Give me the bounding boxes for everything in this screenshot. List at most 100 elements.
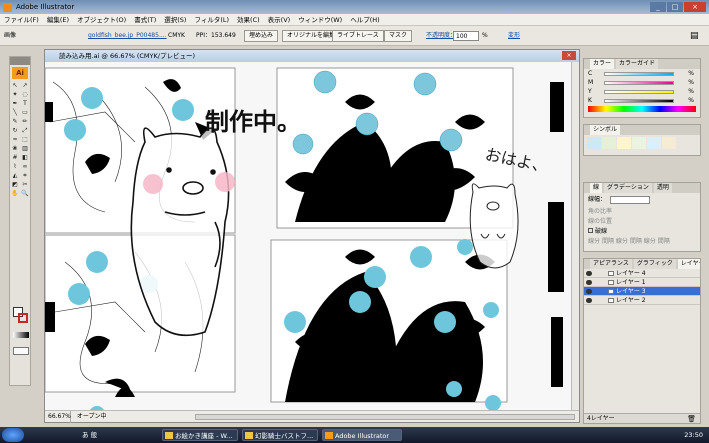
live-paint-tool-icon[interactable]: ◭ bbox=[10, 171, 20, 180]
mesh-tool-icon[interactable]: # bbox=[10, 153, 20, 162]
pen-tool-icon[interactable]: ✒ bbox=[10, 99, 20, 108]
blend-tool-icon[interactable]: ∞ bbox=[20, 162, 30, 171]
tab-color-guide[interactable]: カラーガイド bbox=[616, 59, 659, 69]
paintbrush-tool-icon[interactable]: ✎ bbox=[10, 117, 20, 126]
symbol-leaf-icon[interactable] bbox=[617, 137, 631, 149]
pig-cheek-left bbox=[143, 174, 163, 194]
tab-stroke[interactable]: 線 bbox=[590, 183, 603, 193]
panel-menu-icon[interactable]: ▤ bbox=[690, 26, 699, 45]
symbol-sprayer-tool-icon[interactable]: ❀ bbox=[10, 144, 20, 153]
menu-select[interactable]: 選択(S) bbox=[160, 14, 190, 26]
rectangle-tool-icon[interactable]: ▭ bbox=[20, 108, 30, 117]
opacity-field[interactable]: 100 bbox=[453, 30, 479, 41]
gradient-tool-icon[interactable]: ◧ bbox=[20, 153, 30, 162]
opacity-link[interactable]: 不透明度： bbox=[426, 26, 456, 45]
tools-panel-header[interactable] bbox=[10, 57, 30, 65]
selection-tool-icon[interactable]: ↖ bbox=[10, 81, 20, 90]
live-trace-button[interactable]: ライブトレース bbox=[332, 29, 384, 42]
symbol-ribbon-icon[interactable] bbox=[662, 137, 676, 149]
rotate-tool-icon[interactable]: ↻ bbox=[10, 126, 20, 135]
scale-tool-icon[interactable]: ⤢ bbox=[20, 126, 30, 135]
cyan-slider[interactable]: C% bbox=[588, 70, 696, 78]
ime-indicator[interactable]: あ 般 bbox=[82, 427, 97, 443]
line-tool-icon[interactable]: ╲ bbox=[10, 108, 20, 117]
symbol-flower-icon[interactable] bbox=[602, 137, 616, 149]
symbol-cloud-icon[interactable] bbox=[647, 137, 661, 149]
mask-button[interactable]: マスク bbox=[384, 29, 413, 42]
visibility-eye-icon[interactable] bbox=[586, 280, 592, 285]
menu-object[interactable]: オブジェクト(O) bbox=[73, 14, 130, 26]
maximize-button[interactable]: □ bbox=[667, 2, 683, 12]
visibility-eye-icon[interactable] bbox=[586, 289, 592, 294]
free-transform-tool-icon[interactable]: ⬚ bbox=[20, 135, 30, 144]
symbol-panel: シンボル bbox=[583, 124, 701, 156]
menu-type[interactable]: 書式(T) bbox=[130, 14, 160, 26]
linked-file-link[interactable]: goldfish_bee.jp_P00485.... bbox=[88, 26, 167, 45]
yellow-slider[interactable]: Y% bbox=[588, 88, 696, 96]
hand-tool-icon[interactable]: ✋ bbox=[10, 189, 20, 198]
layer-row-2[interactable]: レイヤー 2 bbox=[584, 296, 700, 305]
document-close-icon[interactable]: × bbox=[562, 51, 576, 60]
symbol-grass-icon[interactable] bbox=[632, 137, 646, 149]
tab-appearance[interactable]: アピアランス bbox=[590, 259, 632, 269]
direct-selection-tool-icon[interactable]: ↗ bbox=[20, 81, 30, 90]
vertical-scrollbar[interactable] bbox=[571, 62, 579, 410]
zoom-level[interactable]: 66.67% bbox=[45, 411, 71, 423]
symbol-arrow-icon[interactable] bbox=[587, 137, 601, 149]
artboard-canvas[interactable]: 制作中。 おはよ、 bbox=[45, 62, 579, 410]
magic-wand-tool-icon[interactable]: ✦ bbox=[10, 90, 20, 99]
tab-transparency[interactable]: 透明 bbox=[653, 183, 672, 193]
horizontal-scrollbar[interactable] bbox=[195, 414, 575, 420]
zoom-tool-icon[interactable]: 🔍 bbox=[20, 189, 30, 198]
task-document[interactable]: 幻影騎士バストフ... bbox=[242, 429, 318, 441]
visibility-eye-icon[interactable] bbox=[586, 298, 592, 303]
embed-button[interactable]: 埋め込み bbox=[244, 29, 279, 42]
graph-tool-icon[interactable]: ▥ bbox=[20, 144, 30, 153]
layer-row-1[interactable]: レイヤー 1 bbox=[584, 278, 700, 287]
tab-layers[interactable]: レイヤー bbox=[677, 259, 700, 269]
screen-mode-icon[interactable] bbox=[13, 347, 29, 355]
start-button[interactable] bbox=[2, 428, 24, 442]
visibility-eye-icon[interactable] bbox=[586, 271, 592, 276]
gradient-swatch[interactable] bbox=[13, 332, 29, 338]
menu-file[interactable]: ファイル(F) bbox=[0, 14, 43, 26]
edge-artwork-middle bbox=[548, 202, 564, 292]
close-button[interactable]: × bbox=[684, 2, 706, 12]
pencil-tool-icon[interactable]: ✏ bbox=[20, 117, 30, 126]
lasso-tool-icon[interactable]: ◌ bbox=[20, 90, 30, 99]
document-tab[interactable]: 読み込み用.ai @ 66.67% (CMYK/プレビュー) × bbox=[45, 50, 579, 62]
task-browser[interactable]: お絵かき講座 - W... bbox=[162, 429, 238, 441]
stroke-weight-row: 線幅： bbox=[588, 195, 696, 204]
dashed-line-checkbox[interactable]: 破線 bbox=[588, 226, 696, 235]
slice-tool-icon[interactable]: ◩ bbox=[10, 180, 20, 189]
tab-color[interactable]: カラー bbox=[590, 59, 615, 69]
stroke-swatch[interactable] bbox=[18, 313, 28, 323]
trash-icon[interactable]: 🗑 bbox=[687, 414, 696, 424]
tab-graphic-styles[interactable]: グラフィック bbox=[633, 259, 676, 269]
menu-view[interactable]: 表示(V) bbox=[264, 14, 295, 26]
black-slider[interactable]: K% bbox=[588, 97, 696, 105]
menu-window[interactable]: ウィンドウ(W) bbox=[294, 14, 346, 26]
tab-gradient[interactable]: グラデーション bbox=[604, 183, 652, 193]
transform-link[interactable]: 変形 bbox=[508, 26, 520, 45]
scissors-tool-icon[interactable]: ✂ bbox=[20, 180, 30, 189]
stroke-weight-field[interactable] bbox=[610, 195, 651, 204]
miter-row: 角の比率 bbox=[588, 208, 613, 215]
menu-effect[interactable]: 効果(C) bbox=[233, 14, 264, 26]
magenta-slider[interactable]: M% bbox=[588, 79, 696, 87]
menu-help[interactable]: ヘルプ(H) bbox=[346, 14, 383, 26]
warp-tool-icon[interactable]: ≈ bbox=[10, 135, 20, 144]
color-spectrum-bar[interactable] bbox=[588, 106, 696, 112]
tab-symbols[interactable]: シンボル bbox=[590, 125, 621, 135]
type-tool-icon[interactable]: T bbox=[20, 99, 30, 108]
menu-edit[interactable]: 編集(E) bbox=[43, 14, 73, 26]
layer-row-3[interactable]: レイヤー 3 bbox=[584, 287, 700, 296]
control-mode-label: 画像 bbox=[4, 32, 17, 39]
layer-row-4[interactable]: レイヤー 4 bbox=[584, 269, 700, 278]
minimize-button[interactable]: _ bbox=[650, 2, 666, 12]
layers-footer: 4レイヤー 🗑 bbox=[584, 413, 700, 423]
menu-filter[interactable]: フィルタ(L) bbox=[190, 14, 233, 26]
eyedropper-tool-icon[interactable]: ⌇ bbox=[10, 162, 20, 171]
crop-tool-icon[interactable]: ⌗ bbox=[20, 171, 30, 180]
task-illustrator[interactable]: Adobe Illustrator bbox=[322, 429, 402, 441]
